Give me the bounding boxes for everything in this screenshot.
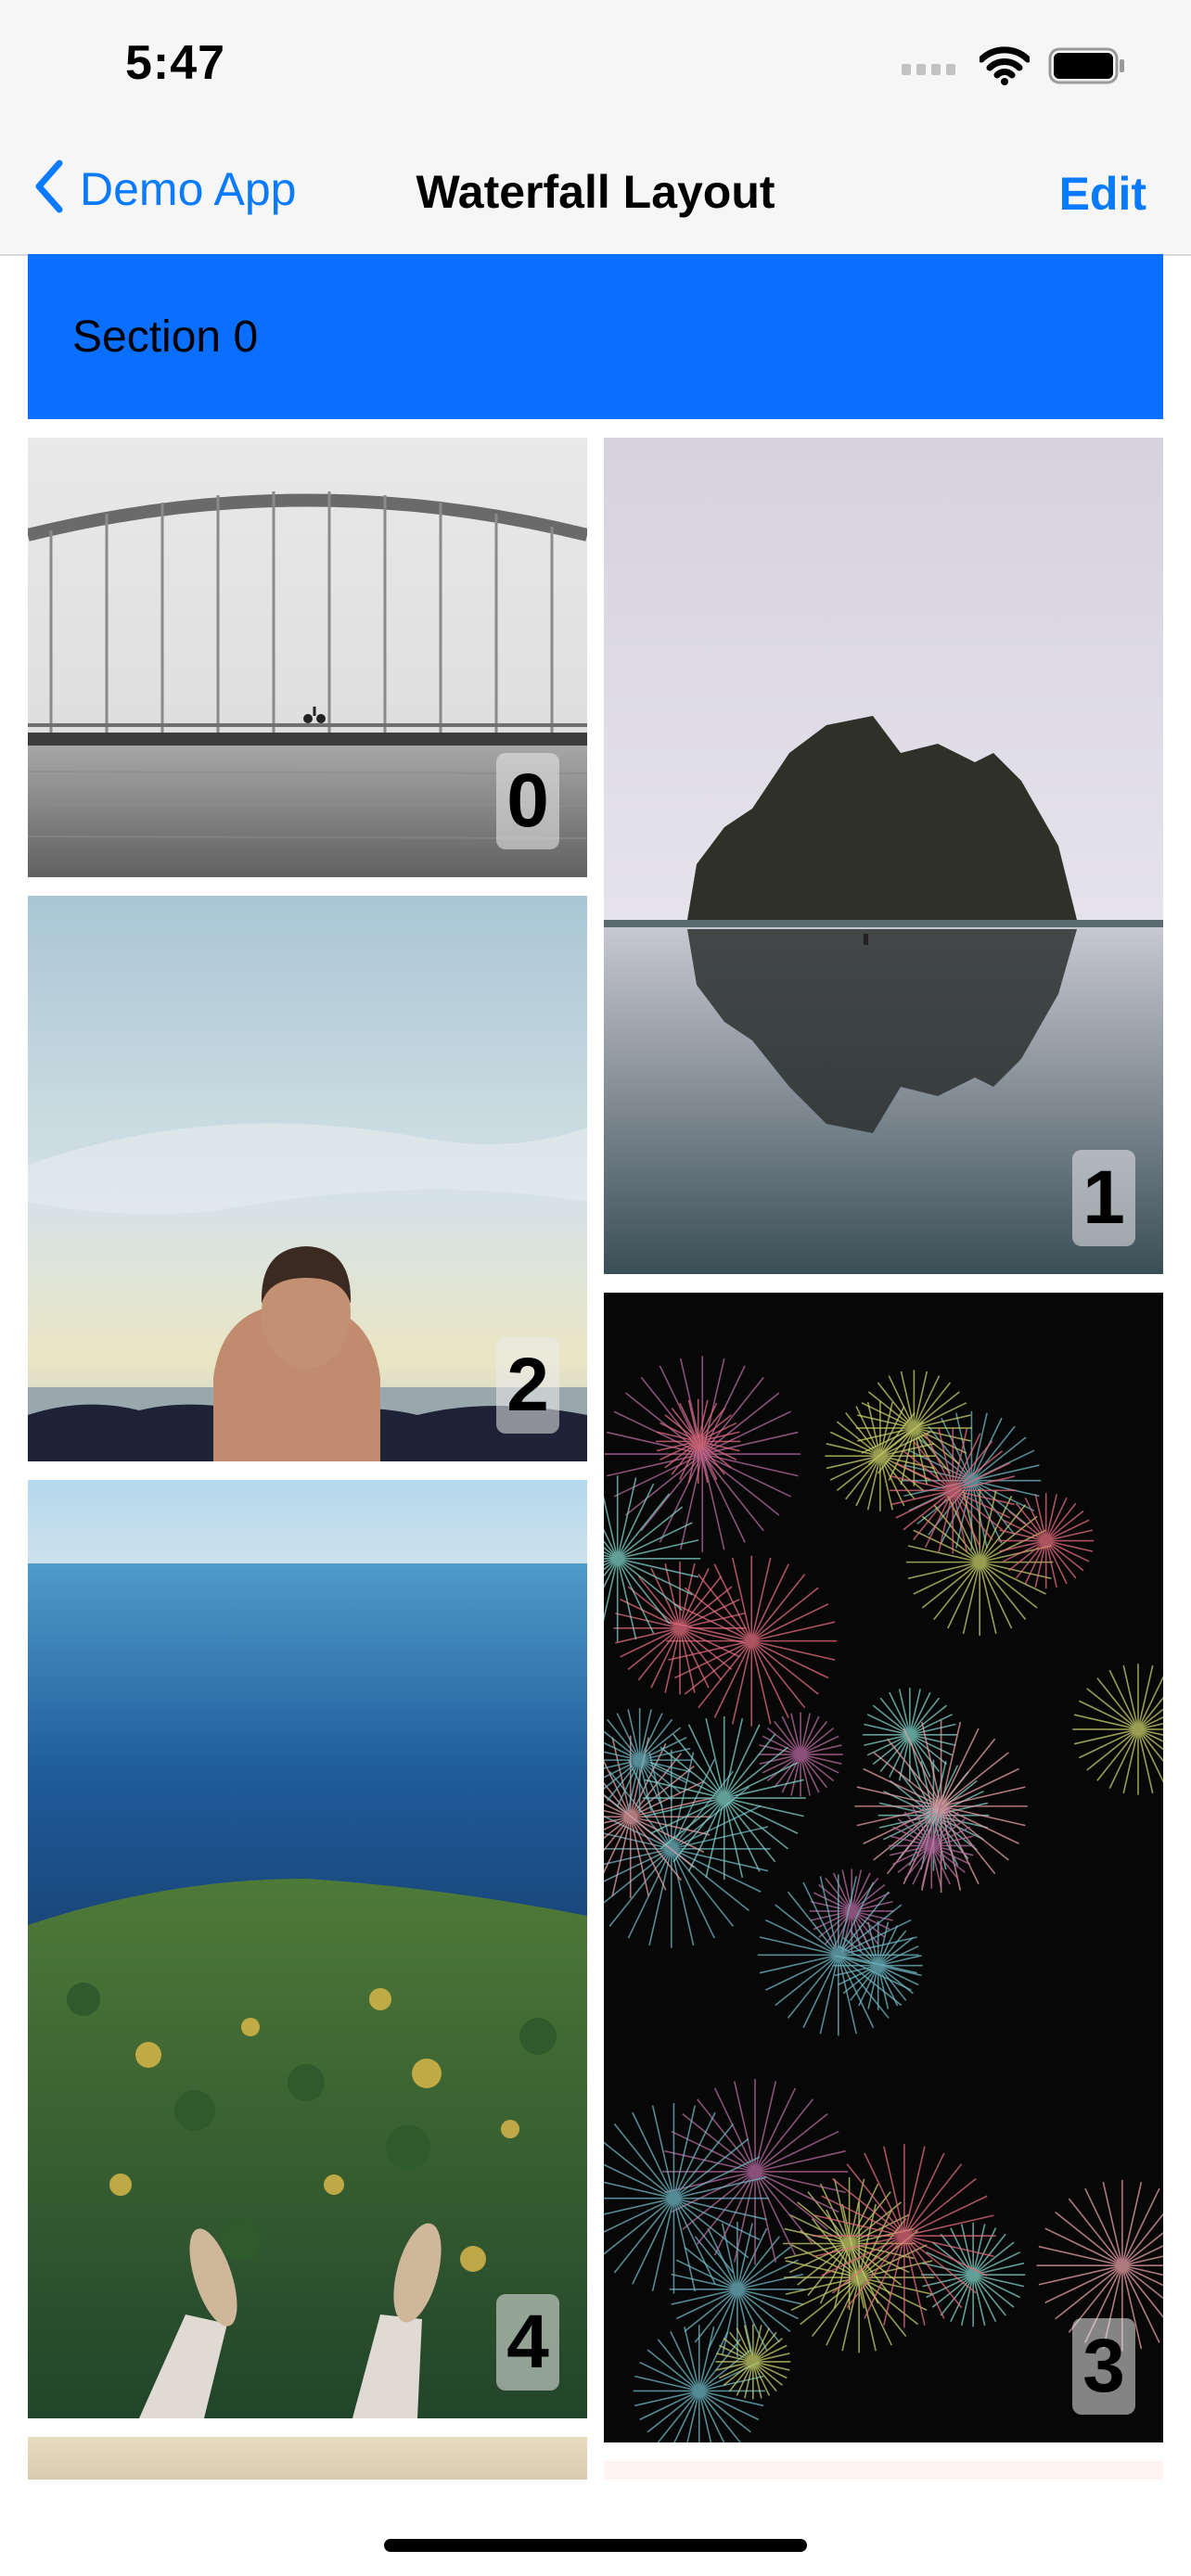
navigation-bar: Demo App Waterfall Layout Edit [0, 139, 1191, 256]
section-title: Section 0 [72, 312, 259, 362]
forest-cliff-photo [28, 1480, 587, 2418]
fireworks-photo [604, 1293, 1163, 2442]
photo-cell[interactable]: 1 [604, 438, 1163, 1274]
cellular-signal-icon [902, 57, 961, 80]
photo-cell[interactable]: 2 [28, 896, 587, 1461]
photo-cell[interactable] [28, 2437, 587, 2480]
back-label: Demo App [80, 162, 297, 215]
section-header: Section 0 [28, 254, 1163, 419]
edit-button[interactable]: Edit [1059, 167, 1146, 221]
photo-cell[interactable]: 0 [28, 438, 587, 877]
photo-cell[interactable]: 4 [28, 1480, 587, 2418]
chevron-left-icon [33, 159, 65, 218]
wifi-icon [978, 46, 1031, 90]
status-bar: 5:47 [0, 0, 1191, 139]
item-index-badge: 0 [496, 753, 559, 849]
status-time: 5:47 [125, 36, 226, 90]
back-button[interactable]: Demo App [33, 159, 296, 218]
photo-cell[interactable] [604, 2461, 1163, 2480]
photo-cell[interactable]: 3 [604, 1293, 1163, 2442]
sea-rock-photo [604, 438, 1163, 1274]
battery-icon [1048, 47, 1126, 89]
status-icons [902, 46, 1126, 90]
item-index-badge: 3 [1072, 2318, 1135, 2415]
item-index-badge: 4 [496, 2294, 559, 2391]
item-index-badge: 2 [496, 1337, 559, 1434]
home-indicator [384, 2539, 807, 2552]
item-index-badge: 1 [1072, 1150, 1135, 1246]
